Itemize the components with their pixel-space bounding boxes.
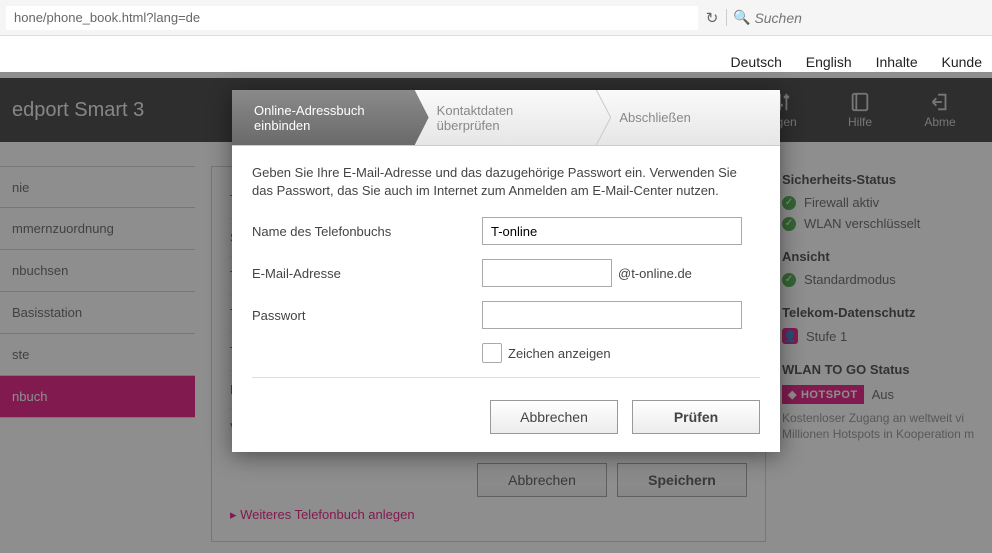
- dialog-check-button[interactable]: Prüfen: [632, 400, 760, 434]
- email-label: E-Mail-Adresse: [252, 266, 482, 281]
- wizard-step-2: Kontaktdaten überprüfen: [415, 90, 598, 145]
- customer-link[interactable]: Kunde: [942, 54, 982, 70]
- top-links: Deutsch English Inhalte Kunde: [721, 54, 992, 70]
- show-chars-label: Zeichen anzeigen: [508, 346, 611, 361]
- email-input[interactable]: [482, 259, 612, 287]
- search-input[interactable]: [754, 10, 986, 26]
- phonebook-name-input[interactable]: [482, 217, 742, 245]
- dialog-intro-text: Geben Sie Ihre E-Mail-Adresse und das da…: [252, 164, 760, 199]
- online-addressbook-dialog: Online-Adressbuch einbinden Kontaktdaten…: [232, 90, 780, 452]
- password-label: Passwort: [252, 308, 482, 323]
- search-box: 🔍: [726, 9, 986, 26]
- url-input[interactable]: [6, 6, 698, 30]
- reload-icon[interactable]: ↻: [698, 9, 726, 27]
- email-suffix: @t-online.de: [618, 266, 692, 281]
- phonebook-name-label: Name des Telefonbuchs: [252, 224, 482, 239]
- wizard-steps: Online-Adressbuch einbinden Kontaktdaten…: [232, 90, 780, 146]
- wizard-step-3: Abschließen: [597, 90, 780, 145]
- show-chars-checkbox[interactable]: [482, 343, 502, 363]
- browser-chrome: ↻ 🔍: [0, 0, 992, 36]
- contents-link[interactable]: Inhalte: [876, 54, 918, 70]
- dialog-divider: [252, 377, 760, 378]
- dialog-cancel-button[interactable]: Abbrechen: [490, 400, 618, 434]
- password-input[interactable]: [482, 301, 742, 329]
- wizard-step-1[interactable]: Online-Adressbuch einbinden: [232, 90, 415, 145]
- page: Deutsch English Inhalte Kunde edport Sma…: [0, 36, 992, 553]
- lang-de-link[interactable]: Deutsch: [731, 54, 782, 70]
- search-icon: 🔍: [733, 9, 750, 26]
- lang-en-link[interactable]: English: [806, 54, 852, 70]
